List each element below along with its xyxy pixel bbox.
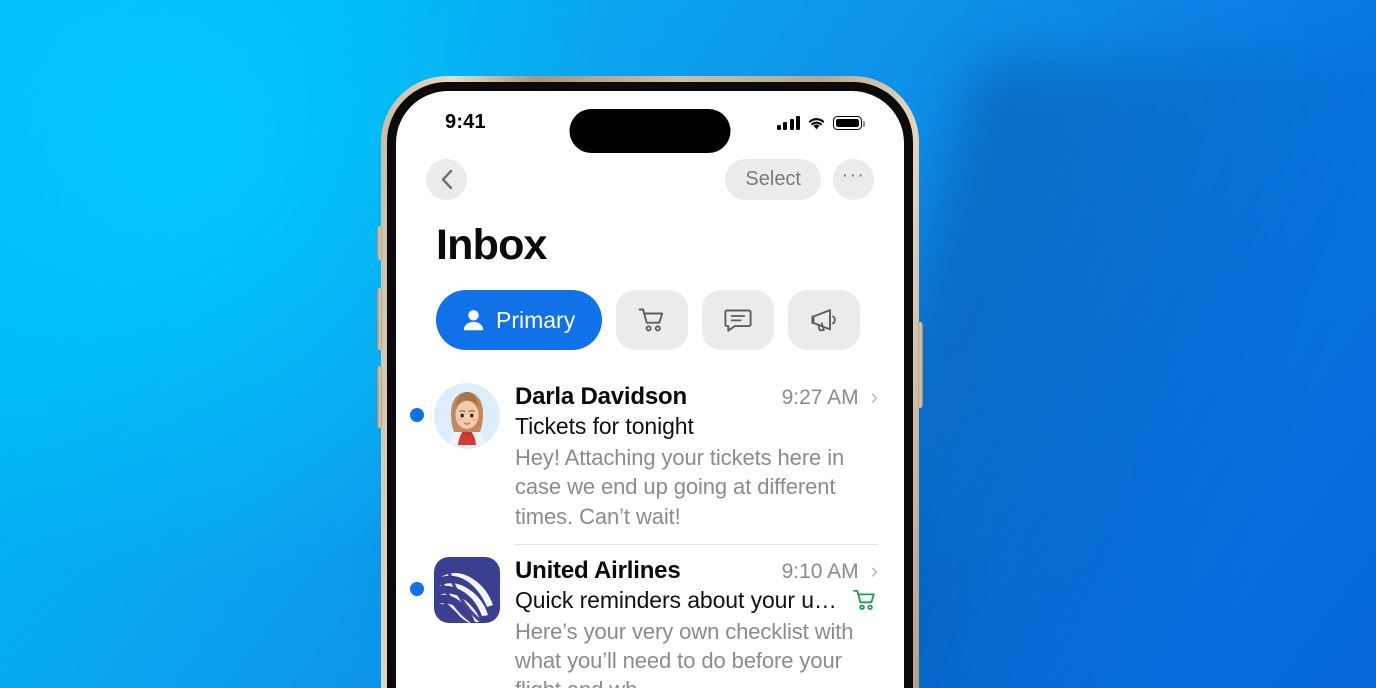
person-icon	[463, 310, 484, 331]
email-list: Darla Davidson 9:27 AM › Tickets for ton…	[396, 350, 904, 688]
select-button[interactable]: Select	[725, 158, 821, 200]
status-bar-time: 9:41	[445, 111, 486, 133]
email-row[interactable]: United Airlines 9:10 AM › Quick reminder…	[396, 543, 904, 688]
email-sender: Darla Davidson	[515, 383, 687, 410]
more-options-button[interactable]: ···	[833, 158, 874, 200]
chevron-right-icon[interactable]: ›	[871, 559, 878, 582]
email-subject-line: Quick reminders about your upcoming…	[515, 587, 878, 614]
avatar	[434, 556, 500, 631]
iphone-device-frame: 9:41 Select ··· Inbox Primary Darla Davi…	[377, 76, 923, 688]
email-row[interactable]: Darla Davidson 9:27 AM › Tickets for ton…	[396, 370, 904, 544]
wifi-icon	[808, 118, 825, 130]
ellipsis-icon: ···	[841, 165, 866, 186]
email-preview: Hey! Attaching your tickets here in case…	[515, 445, 845, 529]
back-button[interactable]	[426, 158, 467, 200]
cellular-signal-icon	[776, 116, 800, 130]
email-subject: Tickets for tonight	[515, 413, 694, 439]
email-row-header: Darla Davidson 9:27 AM ›	[515, 383, 878, 411]
tab-shopping[interactable]	[616, 290, 689, 350]
chevron-right-icon[interactable]: ›	[871, 386, 878, 408]
united-airlines-logo-icon	[434, 556, 500, 631]
avatar	[434, 383, 500, 449]
unread-indicator-dot	[410, 408, 424, 422]
volume-down-button[interactable]	[377, 366, 382, 428]
email-row-header: United Airlines 9:10 AM ›	[515, 557, 878, 585]
tab-primary-label: Primary	[496, 306, 576, 333]
tab-primary[interactable]: Primary	[436, 290, 603, 350]
wallpaper-background: 9:41 Select ··· Inbox Primary Darla Davi…	[0, 0, 1376, 688]
battery-full-icon	[833, 116, 865, 130]
email-row-content: Darla Davidson 9:27 AM › Tickets for ton…	[515, 370, 878, 544]
power-button[interactable]	[918, 322, 923, 408]
page-title: Inbox	[436, 221, 547, 269]
status-bar-icons	[776, 116, 865, 130]
navigation-bar: Select ···	[396, 147, 904, 205]
phone-screen: 9:41 Select ··· Inbox Primary Darla Davi…	[396, 91, 904, 688]
shopping-cart-icon	[638, 308, 664, 332]
mailbox-filter-tabs: Primary	[396, 270, 904, 350]
shopping-cart-icon	[853, 590, 875, 611]
email-time: 9:10 AM	[781, 559, 859, 583]
megaphone-icon	[811, 309, 836, 332]
status-bar: 9:41	[396, 91, 904, 153]
memoji-darla-icon	[434, 383, 500, 449]
silent-switch-button[interactable]	[377, 226, 382, 260]
email-time: 9:27 AM	[781, 386, 859, 409]
email-subject: Quick reminders about your upcoming…	[515, 586, 844, 613]
tab-messages[interactable]	[702, 290, 775, 350]
unread-indicator-dot	[410, 581, 424, 596]
chevron-left-icon	[441, 169, 453, 189]
email-row-content: United Airlines 9:10 AM › Quick reminder…	[515, 543, 878, 688]
dynamic-island	[569, 109, 731, 153]
volume-up-button[interactable]	[377, 288, 382, 350]
phone-bezel: 9:41 Select ··· Inbox Primary Darla Davi…	[387, 82, 913, 688]
email-preview: Here’s your very own checklist with what…	[515, 618, 854, 688]
chat-bubble-icon	[724, 309, 752, 332]
email-sender: United Airlines	[515, 556, 681, 584]
email-subject-line: Tickets for tonight	[515, 413, 878, 440]
tab-promotions[interactable]	[788, 290, 861, 350]
